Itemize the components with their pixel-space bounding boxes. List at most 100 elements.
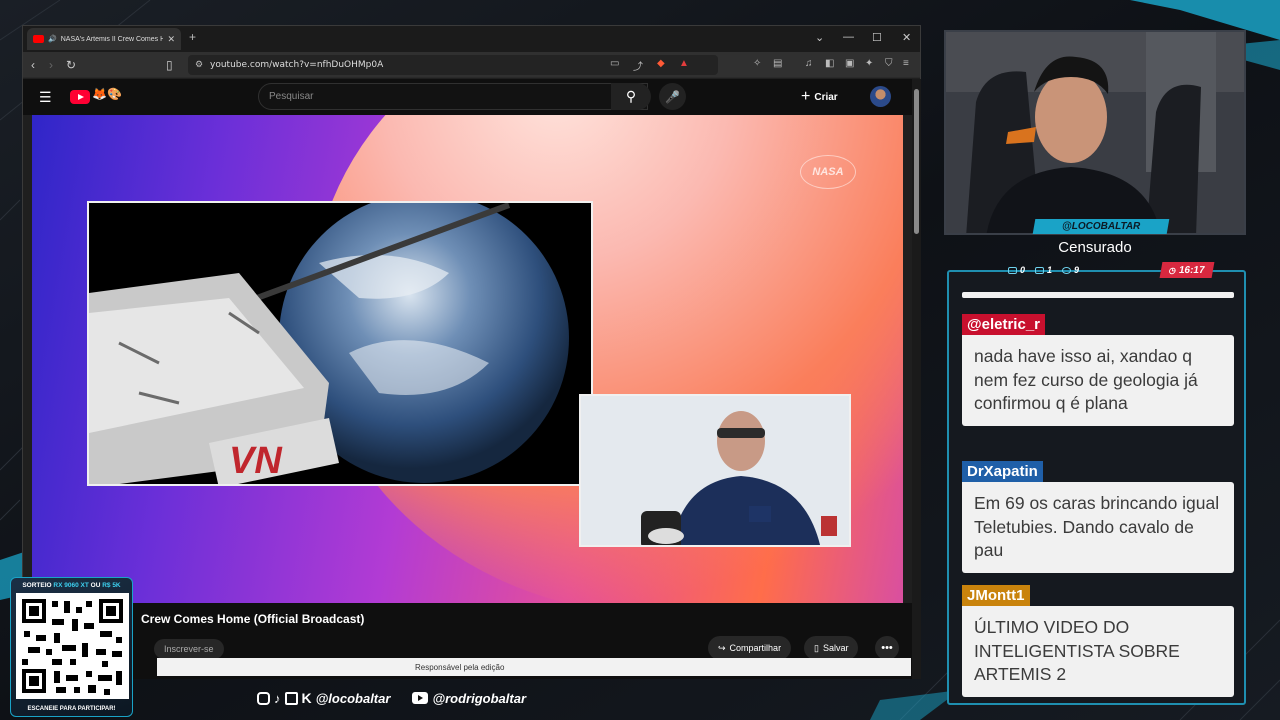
minimize-icon[interactable]: — xyxy=(843,31,854,43)
youtube-doodle-icon[interactable]: 🦊🎨 xyxy=(92,87,122,101)
wallet-icon[interactable]: ▣ xyxy=(845,58,854,69)
more-dots-icon: ••• xyxy=(881,642,893,654)
search-input[interactable] xyxy=(269,91,569,102)
share-label: Compartilhar xyxy=(729,643,782,653)
forward-icon[interactable]: › xyxy=(49,58,53,72)
page-scrollbar[interactable] xyxy=(912,79,921,679)
streamer-image xyxy=(946,32,1244,233)
giveaway-header: SORTEIO RX 9060 XT OU R$ 5K xyxy=(11,582,132,589)
music-icon[interactable]: ♫ xyxy=(805,58,813,69)
chat-username: @eletric_r xyxy=(962,314,1046,335)
chat-username: DrXapatin xyxy=(962,461,1043,482)
site-info-icon[interactable]: ⚙ xyxy=(195,59,203,70)
save-label: Salvar xyxy=(822,643,849,653)
chat-message-text: Em 69 os caras brincando igual Teletubie… xyxy=(962,482,1234,573)
giveaway-prefix: SORTEIO xyxy=(22,582,54,589)
menu-icon[interactable]: ≡ xyxy=(903,58,909,69)
share-icon: ↪ xyxy=(718,642,726,653)
social-links-bar: ♪ K @locobaltar @rodrigobaltar xyxy=(257,688,544,708)
tab-close-icon[interactable]: ✕ xyxy=(167,34,175,45)
create-label: Criar xyxy=(814,91,838,103)
sidebar-icon[interactable]: ◧ xyxy=(825,58,834,69)
vpn-icon[interactable]: ⛉ xyxy=(885,58,893,69)
brave-shield-icon[interactable]: ◆ xyxy=(657,58,665,69)
reload-icon[interactable]: ↻ xyxy=(66,58,76,72)
viewer-count: 9 xyxy=(1074,265,1080,275)
microphone-icon: 🎤 xyxy=(665,89,680,104)
chat-message: JMontt1 ÚLTIMO VIDEO DO INTELIGENTISTA S… xyxy=(962,585,1234,697)
giveaway-footer: ESCANEIE PARA PARTICIPAR! xyxy=(27,706,116,712)
astronaut-image xyxy=(581,396,849,545)
earth-view-image: VN xyxy=(89,203,591,484)
chat-username: JMontt1 xyxy=(962,585,1030,606)
social-handle-rodrigobaltar: @rodrigobaltar xyxy=(432,690,527,706)
youtube-header: ☰ 🦊🎨 ⚲ 🎤 + Criar xyxy=(23,79,912,115)
stream-status-text: Censurado xyxy=(1058,239,1132,256)
caption-bar: Responsável pela edição xyxy=(157,658,911,676)
subscribe-button[interactable]: Inscrever-se xyxy=(154,639,224,659)
plus-icon: + xyxy=(801,88,811,105)
share-page-icon[interactable]: ⤴ xyxy=(633,58,643,73)
rewards-icon[interactable]: ▲ xyxy=(679,58,689,69)
save-button[interactable]: ▯ Salvar xyxy=(804,636,859,660)
youtube-social-icon xyxy=(412,692,429,704)
address-bar: ‹ › ↻ ▯ ⚙ youtube.com/watch?v=nfhDuOHMp0… xyxy=(23,52,920,78)
video-info-area: Crew Comes Home (Official Broadcast) Ins… xyxy=(23,603,912,679)
timer-value: 16:17 xyxy=(1178,264,1206,276)
bookmark-icon[interactable]: ▯ xyxy=(166,58,173,72)
clock-icon: ◷ xyxy=(1168,265,1178,275)
svg-text:VN: VN xyxy=(229,440,283,482)
stream-timer: ◷ 16:17 xyxy=(1160,262,1215,278)
browser-window: 🔊 NASA's Artemis II Crew Comes Hom ✕ + ⌄… xyxy=(22,25,921,679)
leo-ai-icon[interactable]: ✦ xyxy=(865,58,873,69)
twitch-icon xyxy=(284,691,298,705)
youtube-favicon-icon xyxy=(33,35,44,43)
scrollbar-thumb[interactable] xyxy=(914,89,919,234)
instagram-icon xyxy=(257,691,270,705)
viewers-icon xyxy=(1062,266,1072,274)
social-handle-locobaltar: @locobaltar xyxy=(315,690,391,706)
bookmark-save-icon: ▯ xyxy=(814,642,819,653)
chat-message: @eletric_r nada have isso ai, xandao q n… xyxy=(962,314,1234,426)
chat-previous-message-edge xyxy=(962,292,1234,298)
window-close-icon[interactable]: ✕ xyxy=(902,31,911,44)
youtube-logo[interactable] xyxy=(70,90,90,104)
account-avatar[interactable] xyxy=(870,86,891,107)
video-player[interactable]: NASA VN xyxy=(32,115,903,603)
youtube-count: 1 xyxy=(1047,265,1053,275)
chat-message: DrXapatin Em 69 os caras brincando igual… xyxy=(962,461,1234,573)
tab-youtube-video[interactable]: 🔊 NASA's Artemis II Crew Comes Hom ✕ xyxy=(27,28,181,50)
chat-message-text: ÚLTIMO VIDEO DO INTELIGENTISTA SOBRE ART… xyxy=(962,606,1234,697)
share-button[interactable]: ↪ Compartilhar xyxy=(708,636,792,660)
giveaway-or: OU xyxy=(88,582,103,589)
orion-earth-feed: VN xyxy=(87,201,593,486)
giveaway-prize-1: RX 9060 XT xyxy=(53,582,89,589)
search-button[interactable]: ⚲ xyxy=(611,83,651,110)
tiktok-icon: ♪ xyxy=(274,690,281,706)
speaker-icon[interactable]: 🔊 xyxy=(48,35,57,43)
streamer-name-banner: @LOCOBALTAR xyxy=(1032,219,1170,234)
search-icon: ⚲ xyxy=(625,88,637,104)
youtube-count-stat: 1 xyxy=(1035,265,1052,275)
chat-panel: @eletric_r nada have isso ai, xandao q n… xyxy=(947,270,1246,705)
kick-icon: K xyxy=(301,690,312,706)
voice-search-button[interactable]: 🎤 xyxy=(659,83,686,110)
hamburger-menu-icon[interactable]: ☰ xyxy=(39,89,52,106)
create-button[interactable]: + Criar xyxy=(801,86,838,108)
caption-text: Responsável pela edição xyxy=(415,662,505,672)
cast-icon[interactable]: ▭ xyxy=(610,58,619,69)
extensions-icon[interactable]: ✧ xyxy=(753,58,761,69)
tab-search-icon[interactable]: ⌄ xyxy=(815,31,824,44)
back-icon[interactable]: ‹ xyxy=(31,58,35,72)
chat-count: 0 xyxy=(1020,265,1026,275)
reading-list-icon[interactable]: ▤ xyxy=(773,58,782,69)
streamer-name: @LOCOBALTAR xyxy=(1061,221,1141,232)
url-text: youtube.com/watch?v=nfhDuOHMp0A xyxy=(210,60,384,70)
video-title: Crew Comes Home (Official Broadcast) xyxy=(141,612,365,626)
qr-code[interactable] xyxy=(16,593,129,699)
tab-title: NASA's Artemis II Crew Comes Hom xyxy=(60,35,164,43)
maximize-icon[interactable]: ☐ xyxy=(872,31,882,44)
new-tab-icon[interactable]: + xyxy=(189,30,196,44)
viewer-count-stat: 9 xyxy=(1062,265,1079,275)
more-options-button[interactable]: ••• xyxy=(875,636,899,660)
